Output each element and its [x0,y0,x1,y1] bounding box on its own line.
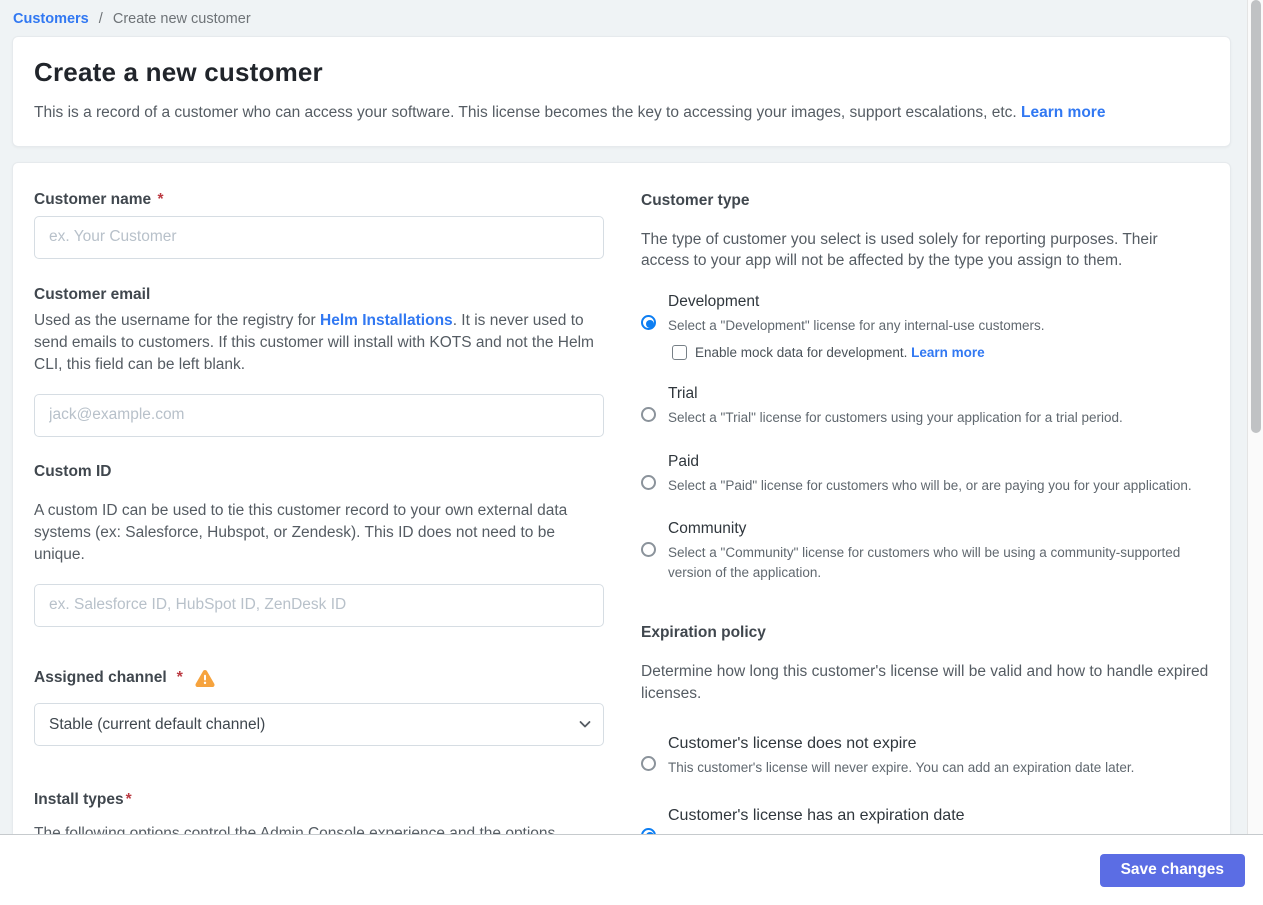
expiration-option-no-expire: Customer's license does not expire This … [641,733,1210,778]
page-content: Customers / Create new customer Create a… [0,0,1247,905]
no-expire-option-description: This customer's license will never expir… [668,760,1135,775]
warning-icon [195,669,215,687]
form-right-column: Customer type The type of customer you s… [641,191,1210,849]
breadcrumb-separator: / [98,11,103,27]
required-asterisk: * [125,790,132,808]
customer-name-label: Customer name * [34,191,604,209]
helm-installations-link[interactable]: Helm Installations [320,312,453,329]
assigned-channel-label: Assigned channel [34,668,167,686]
create-customer-form: Customer name * Customer email Used as t… [12,161,1231,905]
install-types-label: Install types * [34,791,604,809]
install-types-label-text: Install types [34,790,124,808]
page-description-text: This is a record of a customer who can a… [34,104,1017,121]
custom-id-input[interactable] [34,583,604,627]
footer-bar: Save changes [0,834,1263,905]
page-title: Create a new customer [34,57,323,87]
required-asterisk: * [157,190,164,208]
breadcrumb-customers-link[interactable]: Customers [13,11,89,27]
expiration-policy-heading: Expiration policy [641,624,766,642]
form-left-column: Customer name * Customer email Used as t… [34,191,604,867]
save-changes-button[interactable]: Save changes [1099,853,1245,887]
mock-data-checkbox-row: Enable mock data for development. Learn … [672,345,1210,360]
breadcrumb-current: Create new customer [112,11,251,27]
customer-email-input[interactable] [34,393,604,437]
customer-email-help: Used as the username for the registry fo… [34,310,604,376]
community-option-description: Select a "Community" license for custome… [668,545,1181,580]
paid-radio[interactable] [641,474,656,490]
header-learn-more-link[interactable]: Learn more [1021,104,1105,121]
paid-option-description: Select a "Paid" license for customers wh… [668,477,1192,493]
expiration-policy-description: Determine how long this customer's licen… [641,663,1209,702]
assigned-channel-select[interactable]: Stable (current default channel) [34,702,604,746]
assigned-channel-select-wrap: Stable (current default channel) [34,702,604,746]
community-option-title: Community [668,520,747,538]
customer-type-option-trial: Trial Select a "Trial" license for custo… [641,384,1210,428]
assigned-channel-label-row: Assigned channel * [34,669,604,687]
customer-email-help-text: Used as the username for the registry fo… [34,311,321,329]
has-expiration-option-title: Customer's license has an expiration dat… [668,806,965,824]
customer-type-option-community: Community Select a "Community" license f… [641,519,1210,582]
breadcrumb: Customers / Create new customer [0,0,1247,27]
custom-id-help: A custom ID can be used to tie this cust… [34,501,568,563]
header-card: Create a new customer This is a record o… [12,36,1231,147]
scrollbar-thumb[interactable] [1251,0,1261,433]
paid-option-title: Paid [668,452,700,470]
mock-data-learn-more-link[interactable]: Learn more [911,345,985,360]
no-expire-radio[interactable] [641,756,656,771]
customer-type-heading: Customer type [641,191,750,209]
trial-option-title: Trial [668,385,698,402]
no-expire-option-title: Customer's license does not expire [668,735,917,752]
page-description: This is a record of a customer who can a… [34,102,1208,124]
customer-type-option-paid: Paid Select a "Paid" license for custome… [641,452,1210,496]
development-radio[interactable] [641,315,656,331]
trial-radio[interactable] [641,407,656,422]
customer-type-description: The type of customer you select is used … [641,230,1158,270]
community-radio[interactable] [641,542,656,558]
development-option-title: Development [668,293,760,311]
development-option-description: Select a "Development" license for any i… [668,318,1045,334]
mock-data-checkbox-label-text: Enable mock data for development. [695,345,912,360]
mock-data-checkbox-label: Enable mock data for development. Learn … [695,345,985,360]
custom-id-label: Custom ID [34,462,112,480]
customer-name-label-text: Customer name [34,190,152,208]
mock-data-checkbox[interactable] [672,345,687,360]
customer-name-input[interactable] [34,215,604,259]
customer-type-option-development: Development Select a "Development" licen… [641,292,1210,360]
trial-option-description: Select a "Trial" license for customers u… [668,410,1123,425]
required-asterisk: * [176,668,183,686]
customer-email-label: Customer email [34,285,151,303]
vertical-scrollbar[interactable] [1247,0,1263,834]
